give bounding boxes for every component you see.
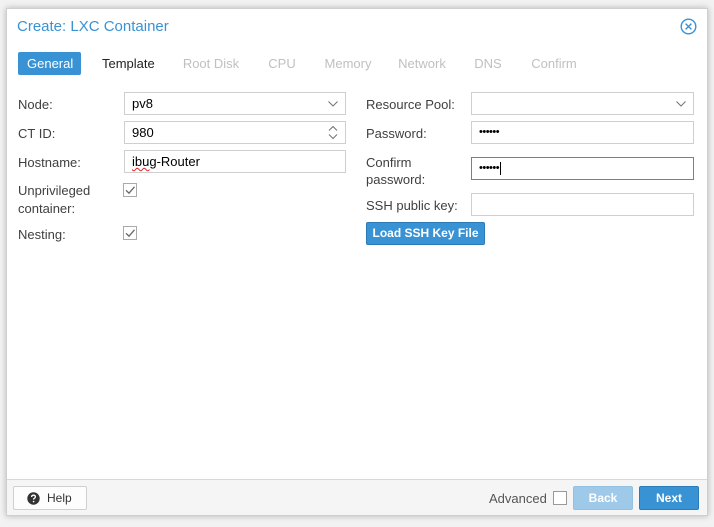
hostname-value-misspelled: ibug [132, 154, 157, 169]
nesting-label: Nesting: [18, 227, 66, 242]
general-panel: Node: pv8 CT ID: 980 Hostname: ibug-Rout… [7, 79, 707, 479]
wizard-tabs: General Template Root Disk CPU Memory Ne… [7, 49, 707, 77]
tab-memory[interactable]: Memory [315, 52, 381, 75]
help-button[interactable]: Help [13, 486, 87, 510]
ctid-value: 980 [132, 125, 154, 140]
close-icon[interactable] [680, 18, 697, 35]
text-caret [500, 161, 502, 175]
confirm-password-input[interactable]: •••••• [471, 157, 694, 180]
ssh-key-input[interactable] [471, 193, 694, 216]
tab-network[interactable]: Network [389, 52, 455, 75]
node-select[interactable]: pv8 [124, 92, 346, 115]
hostname-value-rest: -Router [156, 154, 200, 169]
unprivileged-checkbox[interactable] [123, 183, 138, 198]
advanced-checkbox[interactable] [553, 491, 567, 505]
back-button[interactable]: Back [573, 486, 633, 510]
checkmark-icon [123, 226, 137, 240]
question-circle-icon [27, 491, 40, 505]
spinner-updown-icon[interactable] [327, 122, 339, 143]
password-label: Password: [366, 126, 427, 141]
hostname-input[interactable]: ibug-Router [124, 150, 346, 173]
tab-confirm[interactable]: Confirm [521, 52, 587, 75]
dialog-titlebar: Create: LXC Container [7, 9, 707, 45]
password-input[interactable]: •••••• [471, 121, 694, 144]
confirm-password-label-line1: Confirm [366, 155, 412, 170]
create-lxc-dialog: Create: LXC Container General Template R… [6, 8, 708, 516]
unprivileged-label-line1: Unprivileged [18, 183, 91, 198]
hostname-label: Hostname: [18, 155, 81, 170]
tab-cpu[interactable]: CPU [259, 52, 305, 75]
unprivileged-label-line2: container: [18, 201, 76, 216]
help-label: Help [47, 491, 72, 505]
tab-dns[interactable]: DNS [465, 52, 511, 75]
tab-template[interactable]: Template [93, 52, 163, 75]
resource-pool-select[interactable] [471, 92, 694, 115]
nesting-checkbox[interactable] [123, 226, 138, 241]
ctid-input[interactable]: 980 [124, 121, 346, 144]
dialog-title: Create: LXC Container [17, 18, 169, 35]
resource-pool-label: Resource Pool: [366, 97, 455, 112]
dialog-footer: Help Advanced Back Next [7, 479, 707, 515]
chevron-down-icon[interactable] [675, 93, 687, 114]
ctid-label: CT ID: [18, 126, 56, 141]
chevron-down-icon[interactable] [327, 93, 339, 114]
confirm-password-value: •••••• [479, 162, 500, 174]
advanced-label: Advanced [489, 491, 547, 506]
node-value: pv8 [132, 96, 153, 111]
confirm-password-label-line2: password: [366, 172, 426, 187]
load-ssh-key-button[interactable]: Load SSH Key File [366, 222, 485, 245]
ssh-key-label: SSH public key: [366, 198, 458, 213]
tab-root-disk[interactable]: Root Disk [173, 52, 249, 75]
password-value: •••••• [479, 126, 500, 138]
node-label: Node: [18, 97, 53, 112]
checkmark-icon [123, 183, 137, 197]
next-button[interactable]: Next [639, 486, 699, 510]
tab-general[interactable]: General [18, 52, 81, 75]
